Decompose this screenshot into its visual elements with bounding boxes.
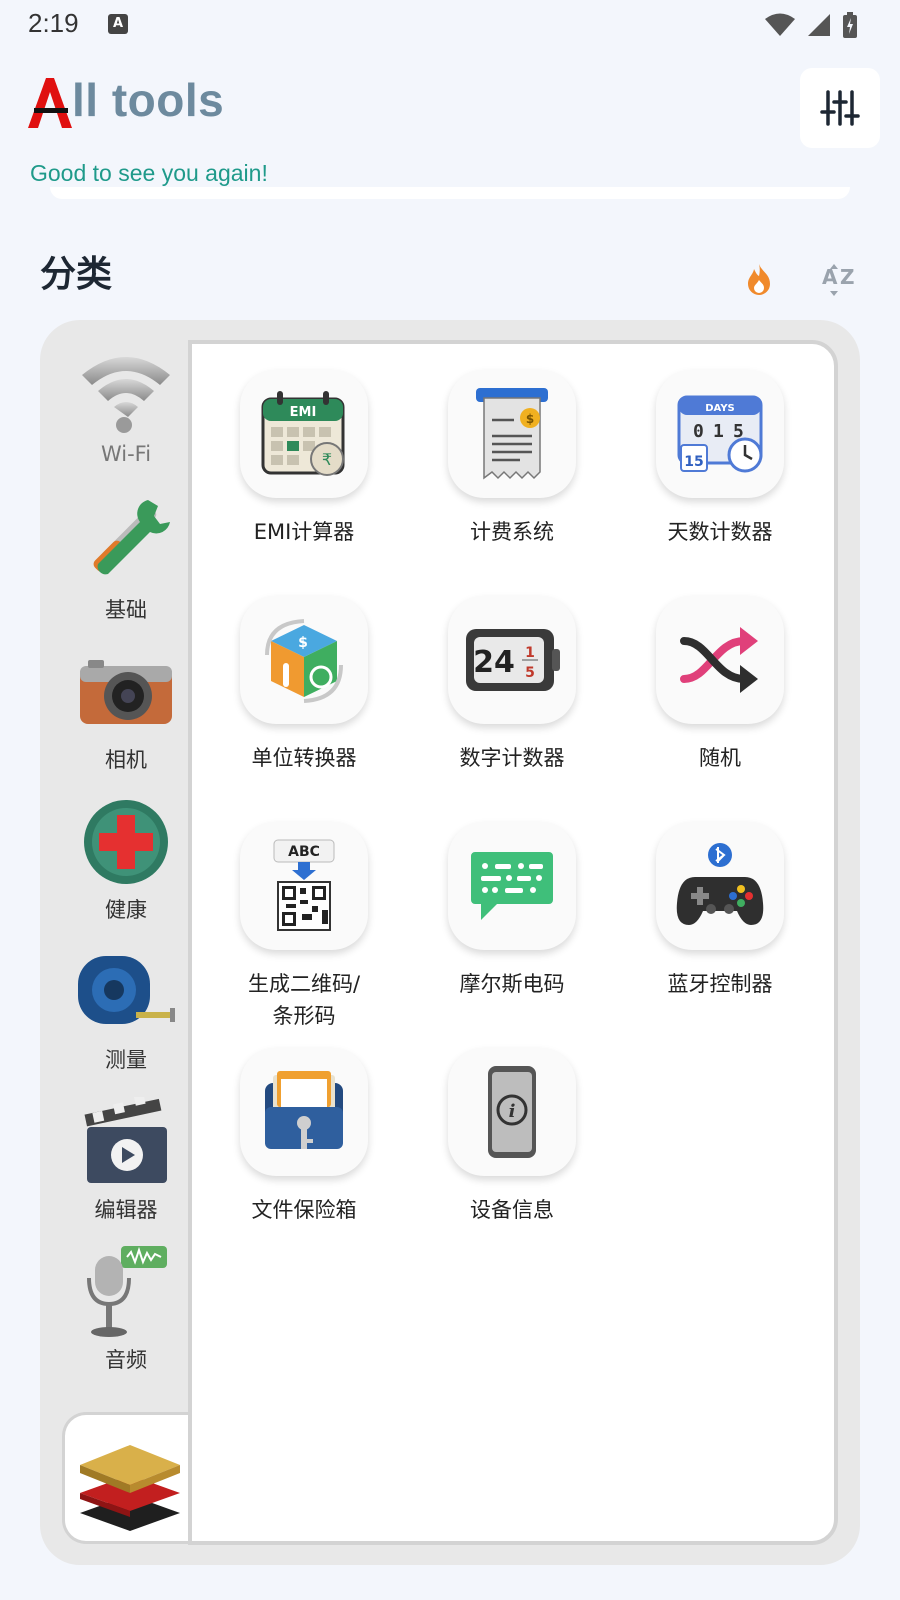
tool-label: 单位转换器 [251, 746, 357, 770]
svg-text:EMI: EMI [290, 405, 317, 420]
wrench-screwdriver-icon [76, 492, 176, 592]
file-vault-icon [240, 1048, 368, 1176]
sidebar-item-health[interactable]: 健康 [62, 792, 190, 924]
tool-label: 数字计数器 [459, 746, 565, 770]
svg-text:i: i [509, 1101, 516, 1122]
tool-device-info[interactable]: i 设备信息 [412, 1048, 612, 1226]
fire-icon [748, 264, 770, 295]
receipt-icon: $ [448, 370, 576, 498]
wifi-signal-icon [765, 13, 795, 36]
notification-icon: A [108, 14, 128, 34]
sidebar-item-label: 编辑器 [94, 1198, 158, 1222]
sidebar-item-label: 健康 [105, 898, 147, 922]
tool-days-counter[interactable]: DAYS 015 15 天数计数器 [620, 370, 820, 548]
tool-unit-converter[interactable]: $ 单位转换器 [204, 596, 404, 774]
status-time: 2:19 [28, 8, 79, 38]
sidebar-item-editor[interactable]: 编辑器 [62, 1092, 190, 1224]
svg-text:$: $ [526, 412, 534, 426]
svg-text:24: 24 [473, 645, 515, 680]
tool-random[interactable]: 随机 [620, 596, 820, 774]
cell-signal-icon [808, 14, 830, 36]
tool-billing-system[interactable]: $ 计费系统 [412, 370, 612, 548]
gamepad-icon [656, 822, 784, 950]
qr-code-icon: ABC [240, 822, 368, 950]
tool-label: 设备信息 [470, 1198, 554, 1222]
tool-file-vault[interactable]: 文件保险箱 [204, 1048, 404, 1226]
svg-text:15: 15 [684, 454, 703, 470]
az-sort-icon: A Z [822, 264, 855, 296]
unit-cube-icon: $ [240, 596, 368, 724]
sidebar-item-label: 测量 [105, 1048, 147, 1072]
tool-label: 文件保险箱 [251, 1198, 357, 1222]
sidebar-item-measure[interactable]: 测量 [62, 942, 190, 1074]
emi-calendar-icon: EMI ₹ [240, 370, 368, 498]
svg-text:₹: ₹ [322, 450, 332, 469]
svg-text:$: $ [298, 635, 308, 651]
svg-text:0: 0 [693, 421, 704, 442]
shuffle-icon [656, 596, 784, 724]
tool-label: 摩尔斯电码 [459, 972, 565, 996]
tape-measure-icon [76, 942, 176, 1042]
app-title: ll tools [28, 68, 224, 128]
logo-a-icon [28, 76, 72, 128]
tool-morse-code[interactable]: 摩尔斯电码 [412, 822, 612, 1000]
greeting-text: Good to see you again! [30, 160, 268, 186]
video-editor-icon [76, 1092, 176, 1192]
tool-label: 蓝牙控制器 [667, 972, 773, 996]
sidebar-item-label: 音频 [105, 1348, 147, 1372]
filter-settings-button[interactable] [800, 68, 880, 148]
device-info-icon: i [448, 1048, 576, 1176]
svg-text:ABC: ABC [288, 844, 320, 860]
sliders-icon [820, 90, 860, 126]
tool-number-counter[interactable]: 24 1 5 数字计数器 [412, 596, 612, 774]
number-counter-icon: 24 1 5 [448, 596, 576, 724]
health-cross-icon [76, 792, 176, 892]
sidebar-item-audio[interactable]: 音频 [62, 1242, 190, 1374]
tool-emi-calculator[interactable]: EMI ₹ EMI计算器 [204, 370, 404, 548]
battery-icon [843, 12, 857, 38]
app-title-text: ll tools [72, 74, 225, 126]
tool-label: 随机 [699, 746, 741, 770]
tool-label: EMI计算器 [253, 520, 355, 544]
layers-icon [75, 1419, 185, 1539]
camera-icon [76, 642, 176, 742]
svg-text:Z: Z [840, 265, 855, 289]
sidebar-item-camera[interactable]: 相机 [62, 642, 190, 774]
sort-alphabetical-button[interactable]: A Z [820, 262, 860, 298]
tool-label: 计费系统 [470, 520, 554, 544]
status-icons [764, 12, 858, 38]
tool-label: 生成二维码/ 条形码 [247, 972, 361, 1028]
svg-text:1: 1 [713, 421, 724, 442]
sidebar-item-wifi[interactable]: Wi-Fi [62, 340, 190, 466]
sidebar-item-selected[interactable] [62, 1412, 194, 1544]
tool-bluetooth-controller[interactable]: 蓝牙控制器 [620, 822, 820, 1000]
svg-text:DAYS: DAYS [705, 403, 735, 414]
sidebar-item-label: Wi-Fi [100, 442, 152, 466]
sidebar-item-label: 相机 [105, 748, 147, 772]
sidebar-item-label: 基础 [105, 598, 147, 622]
categories-title: 分类 [40, 254, 113, 295]
svg-text:5: 5 [525, 665, 535, 681]
morse-chat-icon [448, 822, 576, 950]
microphone-icon [76, 1242, 176, 1342]
greeting-card-edge [50, 187, 850, 199]
tool-label: 天数计数器 [667, 520, 773, 544]
sidebar-item-basic[interactable]: 基础 [62, 492, 190, 624]
wifi-icon [76, 340, 176, 440]
svg-text:1: 1 [525, 645, 535, 661]
status-bar: 2:19 A [0, 0, 900, 48]
tool-qr-barcode-generator[interactable]: ABC 生成二维码/ 条形码 [204, 822, 404, 1032]
sort-popular-button[interactable] [742, 262, 776, 296]
days-counter-icon: DAYS 015 15 [656, 370, 784, 498]
